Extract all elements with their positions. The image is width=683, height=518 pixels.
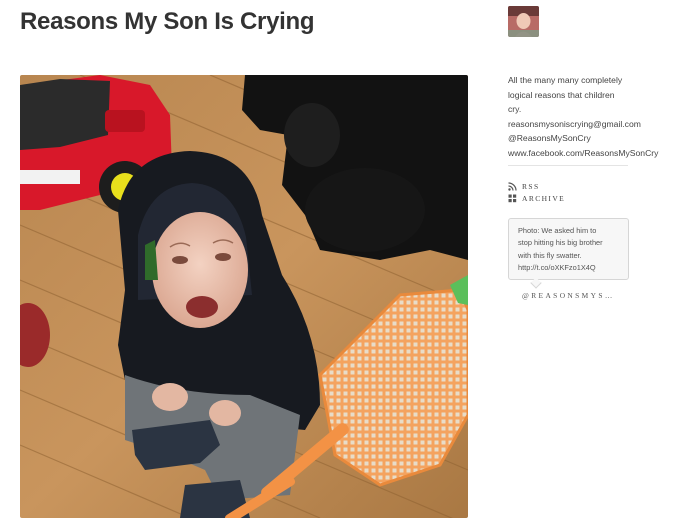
twitter-handle-link[interactable]: @REASONSMYS… [522,291,615,300]
archive-link[interactable]: ARCHIVE [508,192,565,204]
blog-title[interactable]: Reasons My Son Is Crying [20,8,315,36]
description-line: cry. [508,104,522,114]
tweet-text-line: with this fly swatter. [518,250,582,260]
sidebar-divider [508,165,628,166]
tweet-link[interactable]: http://t.co/oXKFzo1X4Q [518,262,620,274]
rss-label: RSS [522,181,540,191]
avatar[interactable] [508,6,539,37]
sidebar-nav: RSS ARCHIVE [508,180,565,204]
description-line: logical reasons that children [508,89,615,100]
description-line: All the many many completely [508,75,623,85]
rss-icon [508,181,517,191]
facebook-link[interactable]: www.facebook.com/ReasonsMySonCry [508,146,678,161]
email-link[interactable]: reasonsmysoniscrying@gmail.com [508,117,678,132]
tweet-bubble: Photo: We asked him to stop hitting his … [508,218,629,280]
tweet-text-line: Photo: We asked him to [518,226,597,235]
post-photo[interactable] [20,75,468,518]
blog-description: All the many many completely logical rea… [508,73,678,160]
rss-link[interactable]: RSS [508,180,565,192]
archive-label: ARCHIVE [522,193,566,203]
tweet-text-line: stop hitting his big brother [518,238,603,248]
twitter-link[interactable]: @ReasonsMySonCry [508,131,678,146]
grid-icon [508,194,517,203]
